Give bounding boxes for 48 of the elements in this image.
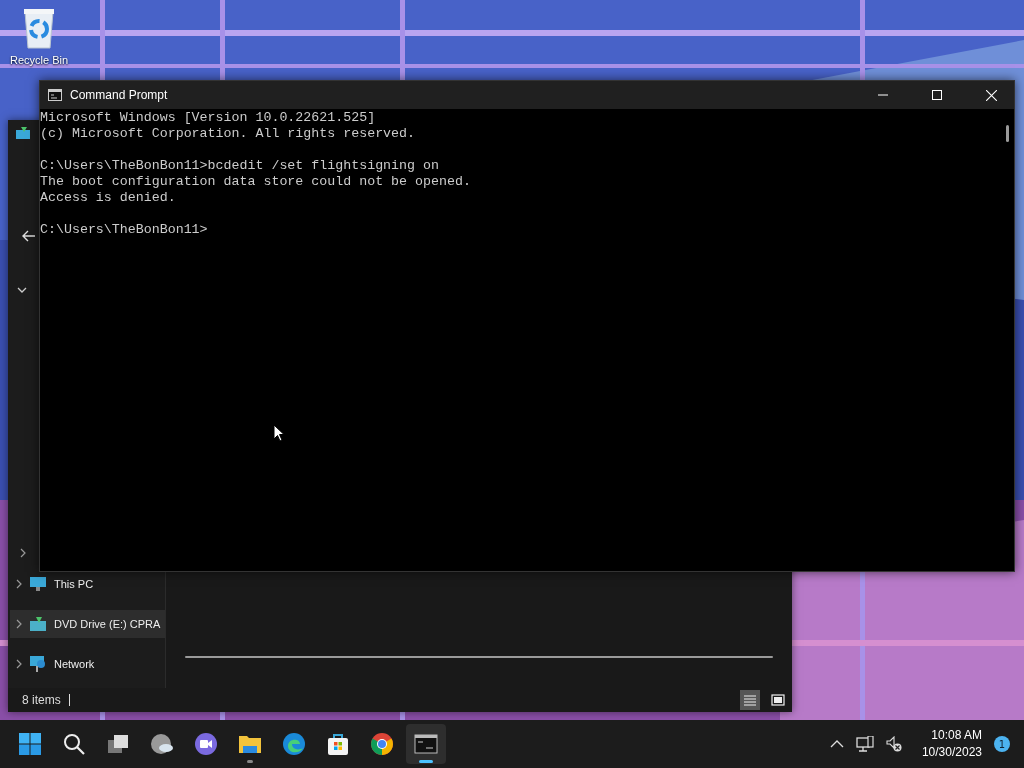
sidebar-item[interactable]: This PC	[10, 570, 165, 598]
network-icon	[30, 656, 46, 672]
window-title: Command Prompt	[70, 88, 168, 102]
taskbar-app-button[interactable]	[406, 724, 446, 764]
search-icon	[62, 732, 86, 756]
tiles-icon	[771, 694, 785, 706]
shopping-bag-icon	[326, 732, 350, 756]
chevron-right-icon[interactable]	[16, 659, 22, 669]
clock-date[interactable]: 10/30/2023	[921, 744, 982, 761]
close-icon	[985, 89, 997, 101]
swirl-globe-icon	[282, 732, 306, 756]
muted-speaker-icon[interactable]	[885, 736, 902, 752]
drive-icon	[30, 617, 46, 631]
drive-icon	[16, 127, 30, 139]
item-count: 8 items	[22, 693, 61, 707]
round-logo-icon	[370, 732, 394, 756]
scroll-bar[interactable]	[185, 656, 773, 658]
chevron-right-icon[interactable]	[20, 548, 26, 558]
scroll-thumb[interactable]	[1005, 125, 1009, 142]
sidebar-item[interactable]: DVD Drive (E:) CPRA	[10, 610, 165, 638]
overlapping-windows-icon	[106, 732, 130, 756]
network-icon[interactable]	[855, 736, 874, 752]
console-icon	[414, 732, 438, 756]
details-view-button[interactable]	[740, 690, 760, 710]
console-line: C:\Users\TheBonBon11>bcdedit /set flightsigning on	[40, 158, 440, 174]
chevron-right-icon[interactable]	[16, 619, 22, 629]
mouse-cursor-icon	[273, 424, 285, 442]
four-squares-icon	[18, 732, 42, 756]
list-icon	[743, 694, 757, 706]
chevron-down-icon[interactable]	[17, 287, 27, 293]
notification-badge[interactable]: 1	[994, 736, 1010, 752]
console-icon	[48, 89, 62, 101]
back-arrow-icon[interactable]	[22, 230, 36, 242]
maximize-icon	[932, 90, 942, 100]
chevron-up-icon[interactable]	[829, 740, 844, 748]
video-camera-icon	[194, 732, 218, 756]
console-line: Access is denied.	[40, 190, 177, 206]
cloud-icon	[150, 732, 174, 756]
console-line: (c) Microsoft Corporation. All rights reserved.	[40, 126, 417, 142]
sidebar-item[interactable]: Network	[10, 650, 165, 678]
clock-time[interactable]: 10:08 AM	[931, 727, 982, 744]
console-line: The boot configuration data store could not be opened.	[40, 174, 472, 190]
console-line: Microsoft Windows [Version 10.0.22621.525]	[40, 110, 377, 126]
recycle-bin-icon[interactable]	[21, 6, 57, 50]
icon-label: Recycle Bin	[9, 54, 69, 66]
monitor-icon	[30, 577, 46, 591]
chevron-right-icon[interactable]	[16, 579, 22, 589]
console-line: C:\Users\TheBonBon11>	[40, 222, 209, 238]
